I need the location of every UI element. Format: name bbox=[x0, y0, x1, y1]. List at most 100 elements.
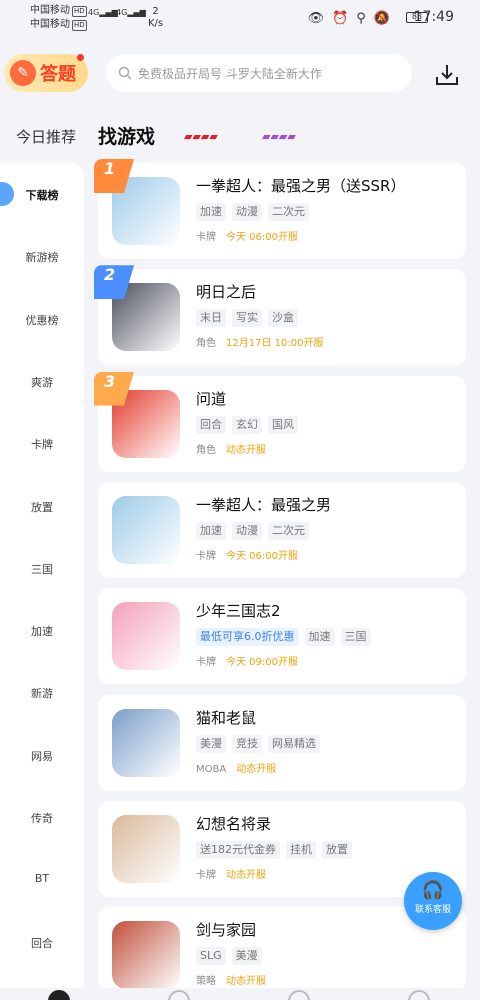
sidebar-item-12[interactable]: 回合 bbox=[0, 935, 84, 951]
game-tag: 网易精选 bbox=[268, 734, 320, 753]
tag-list: SLG 美漫 bbox=[196, 947, 262, 966]
search-input[interactable]: 免费极品开局号 斗罗大陆全新大作 bbox=[106, 54, 412, 92]
sidebar-item-2[interactable]: 优惠榜 bbox=[0, 312, 84, 328]
game-tag: 动漫 bbox=[232, 521, 262, 540]
game-meta: 策略 动态开服 bbox=[196, 972, 266, 987]
game-tag: 加速 bbox=[196, 203, 226, 221]
tag-list: 加速 动漫 二次元 bbox=[196, 521, 309, 540]
game-icon[interactable] bbox=[112, 495, 180, 564]
tag-list: 最低可享6.0折优惠 加速 三国 bbox=[196, 628, 371, 647]
server-open-time: 动态开服 bbox=[236, 763, 277, 775]
sidebar-item-1[interactable]: 新游榜 bbox=[0, 249, 84, 265]
signal-icon-1: 4G▂▄▆ bbox=[88, 8, 118, 17]
download-icon[interactable] bbox=[434, 62, 460, 88]
sidebar-item-0[interactable]: 下载榜 bbox=[0, 182, 84, 206]
sidebar-item-4[interactable]: 卡牌 bbox=[0, 436, 84, 452]
game-title[interactable]: 一拳超人：最强之男（送SSR） bbox=[196, 175, 405, 196]
sidebar-item-label: BT bbox=[34, 872, 50, 886]
server-open-time: 12月17日 10:00开服 bbox=[226, 338, 324, 350]
game-title[interactable]: 幻想名将录 bbox=[196, 813, 271, 834]
server-open-time: 动态开服 bbox=[226, 444, 266, 456]
sidebar-item-label: 加速 bbox=[31, 625, 53, 639]
tab-game-logo-2[interactable]: ▰▰▰▰ bbox=[262, 126, 296, 146]
sidebar-item-5[interactable]: 放置 bbox=[0, 499, 84, 515]
sidebar-item-11[interactable]: BT bbox=[0, 872, 84, 885]
game-icon[interactable] bbox=[112, 708, 180, 777]
game-icon[interactable] bbox=[112, 814, 180, 883]
game-tag: 末日 bbox=[196, 309, 226, 328]
signal-icon-2: 4G▂▄▆ bbox=[116, 8, 146, 17]
customer-service-button[interactable]: 🎧 联系客服 bbox=[404, 872, 462, 930]
game-tag: 三国 bbox=[340, 628, 371, 647]
game-tag: 放置 bbox=[322, 840, 352, 859]
game-meta: 角色 动态开服 bbox=[196, 441, 266, 456]
game-title[interactable]: 少年三国志2 bbox=[196, 600, 281, 621]
game-meta: 卡牌 今天 09:00开服 bbox=[196, 653, 298, 668]
tab-game-logo-1[interactable]: ▰▰▰▰ bbox=[184, 126, 218, 146]
mute-icon: 🔕 bbox=[373, 11, 390, 26]
header: ✎ 答题 免费极品开局号 斗罗大陆全新大作 bbox=[0, 38, 480, 108]
sidebar-item-label: 三国 bbox=[31, 562, 53, 576]
tab-find-game[interactable]: 找游戏 bbox=[98, 122, 155, 149]
game-tag: 二次元 bbox=[268, 203, 309, 221]
nav-home-icon[interactable] bbox=[48, 990, 70, 1000]
sidebar-item-7[interactable]: 加速 bbox=[0, 623, 84, 639]
sidebar-item-9[interactable]: 网易 bbox=[0, 748, 84, 764]
alarm-icon: ⏰ bbox=[332, 11, 349, 26]
tag-list: 回合 玄幻 国风 bbox=[196, 415, 298, 434]
game-title[interactable]: 猫和老鼠 bbox=[196, 707, 256, 728]
tab-today[interactable]: 今日推荐 bbox=[16, 126, 76, 147]
game-title[interactable]: 问道 bbox=[196, 388, 226, 409]
carrier-2: 中国移动 HD bbox=[30, 19, 87, 31]
game-category: 卡牌 bbox=[196, 232, 216, 243]
game-meta: 角色 12月17日 10:00开服 bbox=[196, 334, 323, 349]
quiz-button[interactable]: ✎ 答题 bbox=[4, 54, 88, 92]
game-tag: 挂机 bbox=[286, 840, 316, 859]
game-tag: 写实 bbox=[232, 309, 262, 328]
search-icon bbox=[118, 66, 132, 80]
game-tag: 二次元 bbox=[268, 521, 309, 540]
server-open-time: 动态开服 bbox=[226, 976, 266, 988]
sidebar-item-8[interactable]: 新游 bbox=[0, 685, 84, 701]
quiz-icon: ✎ bbox=[10, 60, 36, 86]
game-category: 角色 bbox=[196, 444, 216, 456]
game-card[interactable]: 2 明日之后 末日 写实 沙盒 角色 12月17日 10:00开服 bbox=[94, 265, 466, 366]
game-meta: 卡牌 今天 06:00开服 bbox=[196, 228, 298, 243]
tag-list: 送182元代金券 挂机 放置 bbox=[196, 840, 352, 859]
sidebar-item-6[interactable]: 三国 bbox=[0, 561, 84, 577]
game-tag: 竞技 bbox=[232, 734, 262, 753]
game-tag: 沙盒 bbox=[268, 309, 298, 328]
game-icon[interactable] bbox=[112, 602, 180, 671]
nav-welfare-icon[interactable] bbox=[288, 990, 310, 1000]
game-card[interactable]: 一拳超人：最强之男 加速 动漫 二次元卡牌 今天 06:00开服 bbox=[98, 481, 466, 578]
notification-dot bbox=[77, 54, 84, 61]
game-title[interactable]: 剑与家园 bbox=[196, 919, 256, 940]
location-icon: ⚲ bbox=[356, 11, 366, 26]
tag-list: 末日 写实 沙盒 bbox=[196, 309, 298, 328]
sidebar-item-label: 新游 bbox=[31, 687, 53, 701]
game-meta: 卡牌 今天 06:00开服 bbox=[196, 547, 298, 562]
game-title[interactable]: 明日之后 bbox=[196, 281, 256, 302]
game-icon[interactable] bbox=[112, 921, 180, 990]
tag-list: 美漫 竞技 网易精选 bbox=[196, 734, 320, 753]
game-card[interactable]: 1 一拳超人：最强之男（送SSR） 加速 动漫 二次元 卡牌 今天 06:00开服 bbox=[94, 159, 466, 259]
game-category: 卡牌 bbox=[196, 869, 216, 881]
nav-profile-icon[interactable] bbox=[408, 990, 430, 1000]
game-category: 策略 bbox=[196, 976, 216, 988]
nav-game-icon[interactable] bbox=[168, 990, 190, 1000]
game-tag: 送182元代金券 bbox=[196, 840, 280, 859]
game-card[interactable]: 少年三国志2 最低可享6.0折优惠 加速 三国卡牌 今天 09:00开服 bbox=[98, 588, 466, 685]
sidebar-item-3[interactable]: 爽游 bbox=[0, 374, 84, 390]
server-open-time: 动态开服 bbox=[226, 869, 266, 881]
game-card[interactable]: 3 问道 回合 玄幻 国风 角色 动态开服 bbox=[94, 371, 466, 472]
sidebar-item-10[interactable]: 传奇 bbox=[0, 810, 84, 826]
bottom-nav bbox=[0, 988, 480, 1000]
network-speed: 2 K/s bbox=[148, 6, 164, 29]
game-title[interactable]: 一拳超人：最强之男 bbox=[196, 494, 331, 515]
top-tabs: 今日推荐 找游戏 ▰▰▰▰ ▰▰▰▰ bbox=[0, 112, 480, 160]
game-tag: 最低可享6.0折优惠 bbox=[196, 628, 299, 647]
game-card[interactable]: 猫和老鼠 美漫 竞技 网易精选 MOBA 动态开服 bbox=[98, 694, 466, 791]
game-meta: 卡牌 动态开服 bbox=[196, 866, 266, 881]
game-tag: 国风 bbox=[268, 415, 298, 434]
sidebar-item-label: 回合 bbox=[31, 936, 53, 950]
